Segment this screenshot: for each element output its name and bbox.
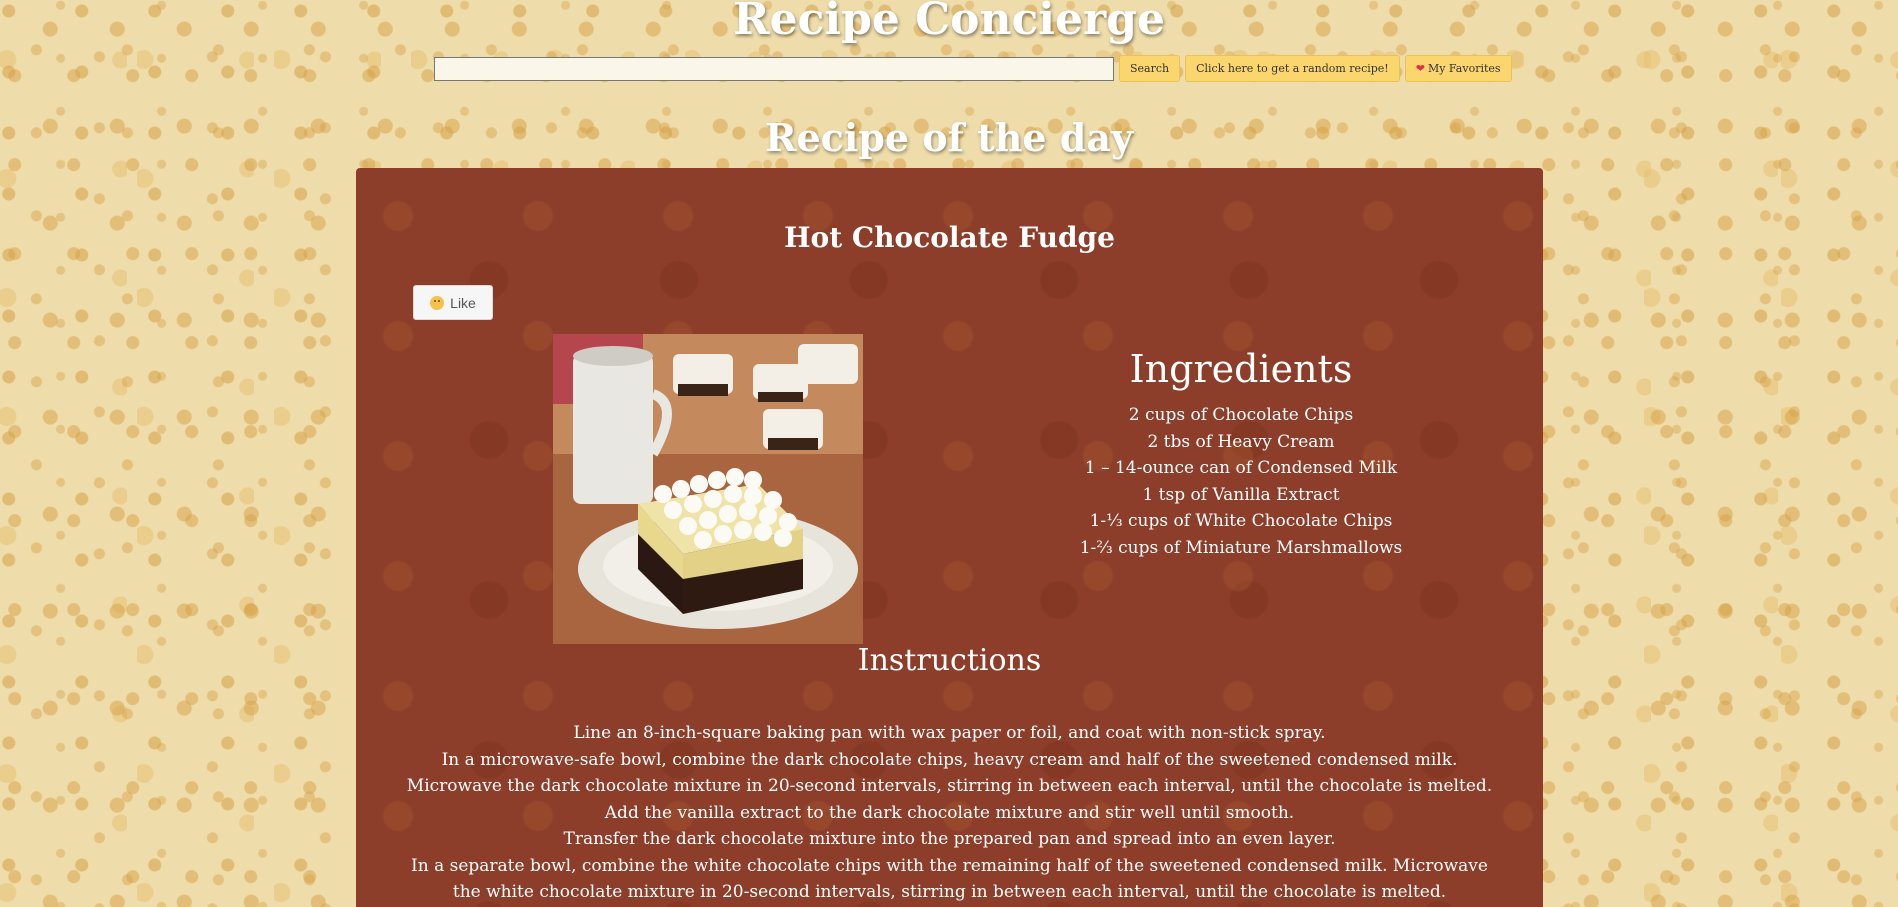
favorites-button[interactable]: ❤ My Favorites (1404, 55, 1512, 82)
random-recipe-label: Click here to get a random recipe! (1196, 62, 1389, 75)
section-title: Recipe of the day (764, 115, 1134, 160)
ingredient-item: 1 – 14-ounce can of Condensed Milk (1084, 458, 1398, 478)
smile-icon (430, 295, 445, 310)
ingredient-item: 2 cups of Chocolate Chips (1128, 405, 1354, 425)
recipe-photo (553, 334, 863, 644)
like-label: Like (450, 294, 476, 311)
instructions-title: Instructions (857, 643, 1042, 678)
recipe-name: Hot Chocolate Fudge (784, 221, 1115, 254)
ingredient-item: 1-⅓ cups of White Chocolate Chips (1089, 511, 1393, 531)
search-button[interactable]: Search (1119, 55, 1181, 82)
instruction-step: Add the vanilla extract to the dark choc… (604, 802, 1295, 823)
ingredient-item: 1-⅔ cups of Miniature Marshmallows (1079, 537, 1403, 558)
like-button[interactable]: Like (413, 285, 493, 320)
search-button-label: Search (1130, 62, 1170, 75)
fudge-photo-illustration (553, 334, 863, 644)
recipe-card: Hot Chocolate Fudge Like Ingredients 2 c… (356, 168, 1543, 907)
instruction-step: In a separate bowl, combine the white ch… (411, 855, 1488, 903)
search-bar: Search Click here to get a random recipe… (434, 55, 1512, 82)
instruction-step: Line an 8-inch-square baking pan with wa… (573, 723, 1326, 743)
instruction-step: In a microwave-safe bowl, combine the da… (406, 749, 1493, 797)
favorites-label: My Favorites (1427, 62, 1501, 75)
instruction-step: Transfer the dark chocolate mixture into… (563, 829, 1336, 849)
ingredient-item: 2 tbs of Heavy Cream (1147, 431, 1335, 452)
ingredients-title: Ingredients (1129, 347, 1353, 391)
ingredient-item: 1 tsp of Vanilla Extract (1142, 484, 1340, 505)
random-recipe-button[interactable]: Click here to get a random recipe! (1185, 55, 1400, 82)
instructions-list: Line an 8-inch-square baking pan with wa… (401, 720, 1498, 906)
site-title: Recipe Concierge (733, 0, 1165, 45)
heart-icon: ❤ (1415, 62, 1425, 75)
search-input[interactable] (434, 56, 1114, 81)
ingredients-list: 2 cups of Chocolate Chips 2 tbs of Heavy… (1041, 402, 1441, 561)
ingredients-section: Ingredients 2 cups of Chocolate Chips 2 … (1041, 346, 1441, 561)
